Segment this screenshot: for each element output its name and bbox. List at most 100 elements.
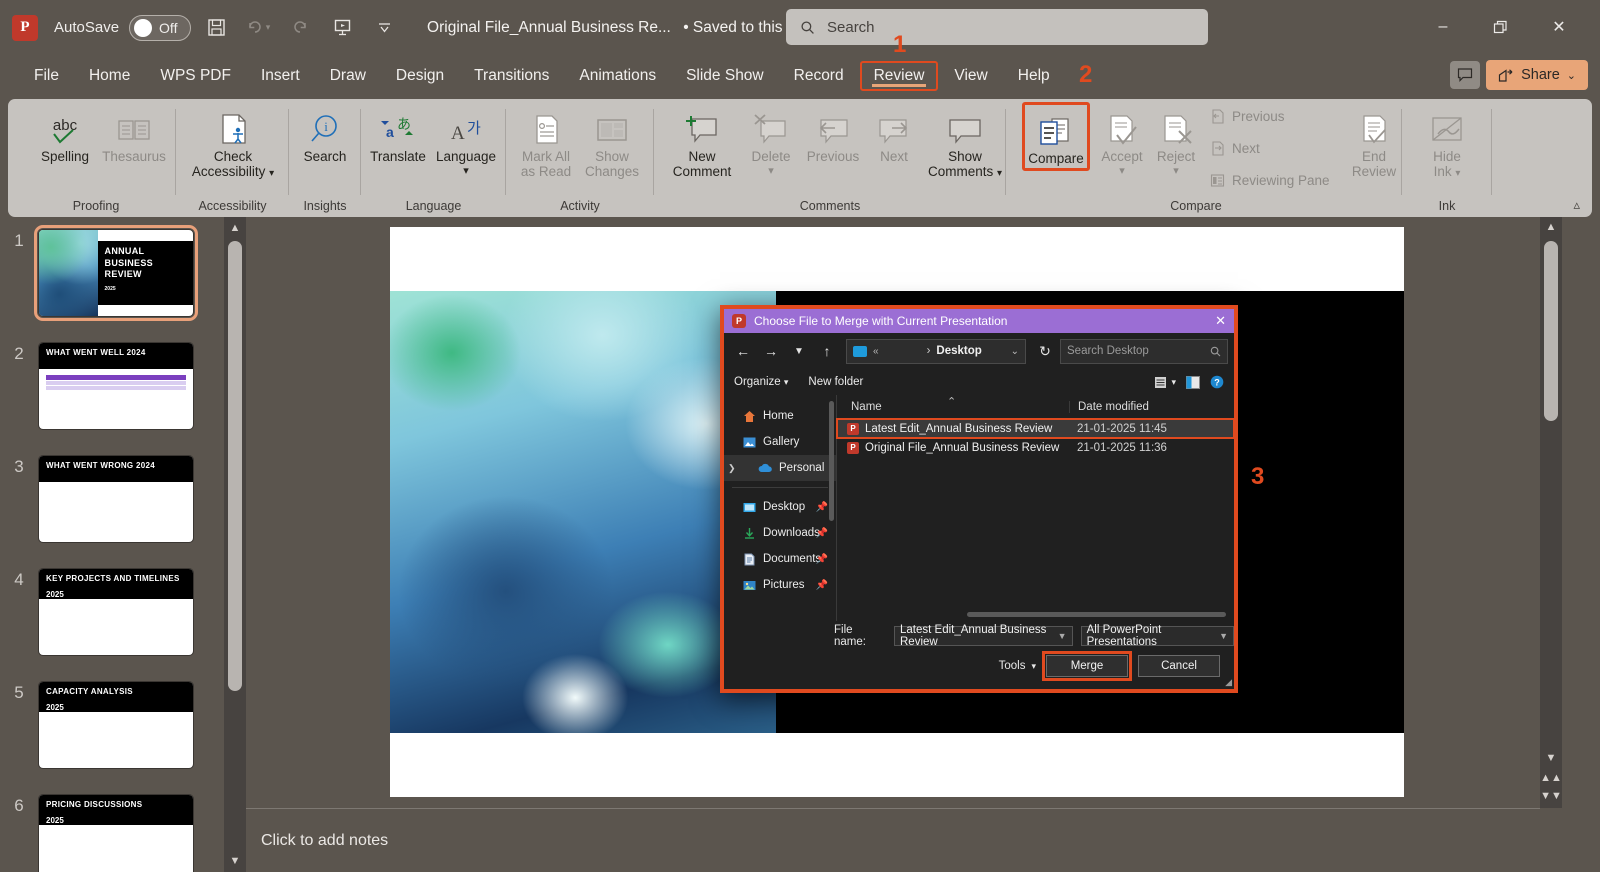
merge-button[interactable]: Merge <box>1042 651 1132 681</box>
sidebar-item-downloads[interactable]: Downloads 📌 <box>724 520 836 546</box>
slide-thumbnail-2[interactable]: 2 WHAT WENT WELL 2024 <box>0 342 224 430</box>
chevron-down-icon[interactable]: ▼ <box>1058 631 1067 641</box>
slide-thumbnail-body[interactable]: WHAT WENT WRONG 2024 <box>38 455 194 543</box>
scroll-down-icon[interactable]: ▼ <box>1540 748 1562 768</box>
column-header-date[interactable]: Date modified <box>1069 400 1234 413</box>
tab-home[interactable]: Home <box>75 61 144 91</box>
view-options-button[interactable]: ▾ <box>1154 376 1176 389</box>
tab-animations[interactable]: Animations <box>565 61 670 91</box>
notes-pane[interactable]: Click to add notes <box>246 808 1540 872</box>
tab-review[interactable]: Review <box>859 61 939 91</box>
translate-button[interactable]: aあ Translate <box>367 105 429 164</box>
slide-thumbnail-body[interactable]: WHAT WENT WELL 2024 <box>38 342 194 430</box>
tab-slide-show[interactable]: Slide Show <box>672 61 778 91</box>
sidebar-item-gallery[interactable]: Gallery <box>724 429 836 455</box>
close-button[interactable]: ✕ <box>1536 10 1582 44</box>
tab-insert[interactable]: Insert <box>247 61 314 91</box>
tab-transitions[interactable]: Transitions <box>460 61 563 91</box>
tab-view[interactable]: View <box>940 61 1001 91</box>
undo-icon[interactable]: ▾ <box>241 11 275 45</box>
address-bar[interactable]: « › Desktop ⌄ <box>846 338 1026 364</box>
previous-slide-icon[interactable]: ▲▲ <box>1540 768 1562 788</box>
share-button[interactable]: Share ⌄ <box>1486 60 1588 90</box>
tools-button[interactable]: Tools ▾ <box>999 660 1036 672</box>
scroll-up-icon[interactable]: ▲ <box>224 217 246 239</box>
start-presentation-icon[interactable] <box>325 11 359 45</box>
tab-design[interactable]: Design <box>382 61 458 91</box>
check-accessibility-button[interactable]: Check Accessibility ▾ <box>188 105 278 181</box>
expand-chevron-icon[interactable]: ❯ <box>728 463 736 474</box>
help-icon[interactable]: ? <box>1210 375 1224 389</box>
slide-thumbnail-body[interactable]: KEY PROJECTS AND TIMELINES 2025 <box>38 568 194 656</box>
slide-thumbnail-6[interactable]: 6 PRICING DISCUSSIONS 2025 <box>0 794 224 872</box>
back-arrow-icon[interactable]: ← <box>730 338 756 364</box>
scroll-up-icon[interactable]: ▲ <box>1540 217 1562 237</box>
sidebar-item-documents[interactable]: Documents 📌 <box>724 546 836 572</box>
chevron-down-icon[interactable]: ▼ <box>1219 631 1228 641</box>
new-comment-button[interactable]: New Comment <box>666 105 738 179</box>
slide-thumbnail-3[interactable]: 3 WHAT WENT WRONG 2024 <box>0 455 224 543</box>
slide-thumbnail-5[interactable]: 5 CAPACITY ANALYSIS 2025 <box>0 681 224 769</box>
compare-button[interactable]: Compare <box>1022 102 1090 171</box>
scrollbar-thumb[interactable] <box>1544 241 1558 421</box>
new-folder-button[interactable]: New folder <box>808 376 863 388</box>
column-header-name[interactable]: Name <box>837 395 1069 413</box>
thumbnail-scrollbar[interactable]: ▲ ▼ <box>224 217 246 872</box>
spelling-button[interactable]: abc Spelling <box>34 105 96 164</box>
tab-record[interactable]: Record <box>780 61 858 91</box>
breadcrumb-overflow[interactable]: « <box>873 346 879 357</box>
dialog-search-input[interactable]: Search Desktop <box>1060 338 1228 364</box>
pin-icon[interactable]: 📌 <box>816 502 828 513</box>
recent-locations-icon[interactable]: ▼ <box>786 338 812 364</box>
scrollbar-thumb[interactable] <box>228 241 242 691</box>
tab-draw[interactable]: Draw <box>316 61 380 91</box>
minimize-button[interactable]: – <box>1420 10 1466 44</box>
scroll-down-icon[interactable]: ▼ <box>224 850 246 872</box>
resize-grip-icon[interactable]: ◢ <box>1225 677 1232 688</box>
breadcrumb-desktop[interactable]: Desktop <box>936 345 981 357</box>
file-list-horizontal-scrollbar[interactable] <box>967 612 1226 617</box>
chevron-down-icon[interactable]: ⌄ <box>1011 346 1019 357</box>
next-slide-icon[interactable]: ▼▼ <box>1540 786 1562 806</box>
search-input[interactable]: Search <box>786 9 1208 45</box>
filetype-select[interactable]: All PowerPoint Presentations ▼ <box>1080 624 1234 648</box>
slide-thumbnail-1[interactable]: 1 ANNUAL BUSINESS REVIEW 2025 <box>0 225 224 321</box>
organize-button[interactable]: Organize ▾ <box>734 376 788 388</box>
slide-scrollbar[interactable]: ▲ ▼ ▲▲ ▼▼ <box>1540 217 1562 808</box>
customize-quick-access-icon[interactable] <box>367 11 401 45</box>
close-icon[interactable]: ✕ <box>1215 313 1226 329</box>
sidebar-item-desktop[interactable]: Desktop 📌 <box>724 494 836 520</box>
sidebar-item-personal[interactable]: ❯ Personal <box>724 455 836 481</box>
tab-file[interactable]: File <box>20 61 73 91</box>
save-icon[interactable] <box>199 11 233 45</box>
slide-thumbnail-body[interactable]: CAPACITY ANALYSIS 2025 <box>38 681 194 769</box>
comments-button[interactable] <box>1450 61 1480 89</box>
preview-pane-icon[interactable] <box>1186 375 1200 389</box>
pin-icon[interactable]: 📌 <box>816 580 828 591</box>
tab-help[interactable]: Help <box>1004 61 1064 91</box>
smart-lookup-button[interactable]: i Search <box>299 105 351 164</box>
slide-thumbnail-4[interactable]: 4 KEY PROJECTS AND TIMELINES 2025 <box>0 568 224 656</box>
forward-arrow-icon[interactable]: → <box>758 338 784 364</box>
sidebar-scrollbar[interactable] <box>829 401 834 521</box>
up-arrow-icon[interactable]: ↑ <box>814 338 840 364</box>
cancel-button[interactable]: Cancel <box>1138 655 1220 677</box>
pin-icon[interactable]: 📌 <box>816 554 828 565</box>
document-title[interactable]: Original File_Annual Business Re... • Sa… <box>427 19 828 37</box>
language-button[interactable]: A가 Language ▾ <box>431 105 501 179</box>
slide-thumbnail-body[interactable]: PRICING DISCUSSIONS 2025 <box>38 794 194 872</box>
filename-input[interactable]: Latest Edit_Annual Business Review ▼ <box>894 624 1073 648</box>
show-comments-button[interactable]: Show Comments ▾ <box>926 105 1004 181</box>
autosave-toggle[interactable]: Off <box>129 14 192 41</box>
restore-button[interactable] <box>1477 10 1523 44</box>
sidebar-item-home[interactable]: Home <box>724 403 836 429</box>
file-list-item[interactable]: P Original File_Annual Business Review 21-… <box>837 438 1234 457</box>
collapse-ribbon-icon[interactable]: ▵ <box>1573 197 1580 213</box>
tab-wps-pdf[interactable]: WPS PDF <box>146 61 245 91</box>
sidebar-item-pictures[interactable]: Pictures 📌 <box>724 572 836 598</box>
redo-icon[interactable] <box>283 11 317 45</box>
refresh-icon[interactable]: ↻ <box>1032 338 1058 364</box>
pin-icon[interactable]: 📌 <box>816 528 828 539</box>
file-list-item[interactable]: P Latest Edit_Annual Business Review 21-01… <box>836 418 1235 439</box>
slide-thumbnail-body[interactable]: ANNUAL BUSINESS REVIEW 2025 <box>34 225 198 321</box>
